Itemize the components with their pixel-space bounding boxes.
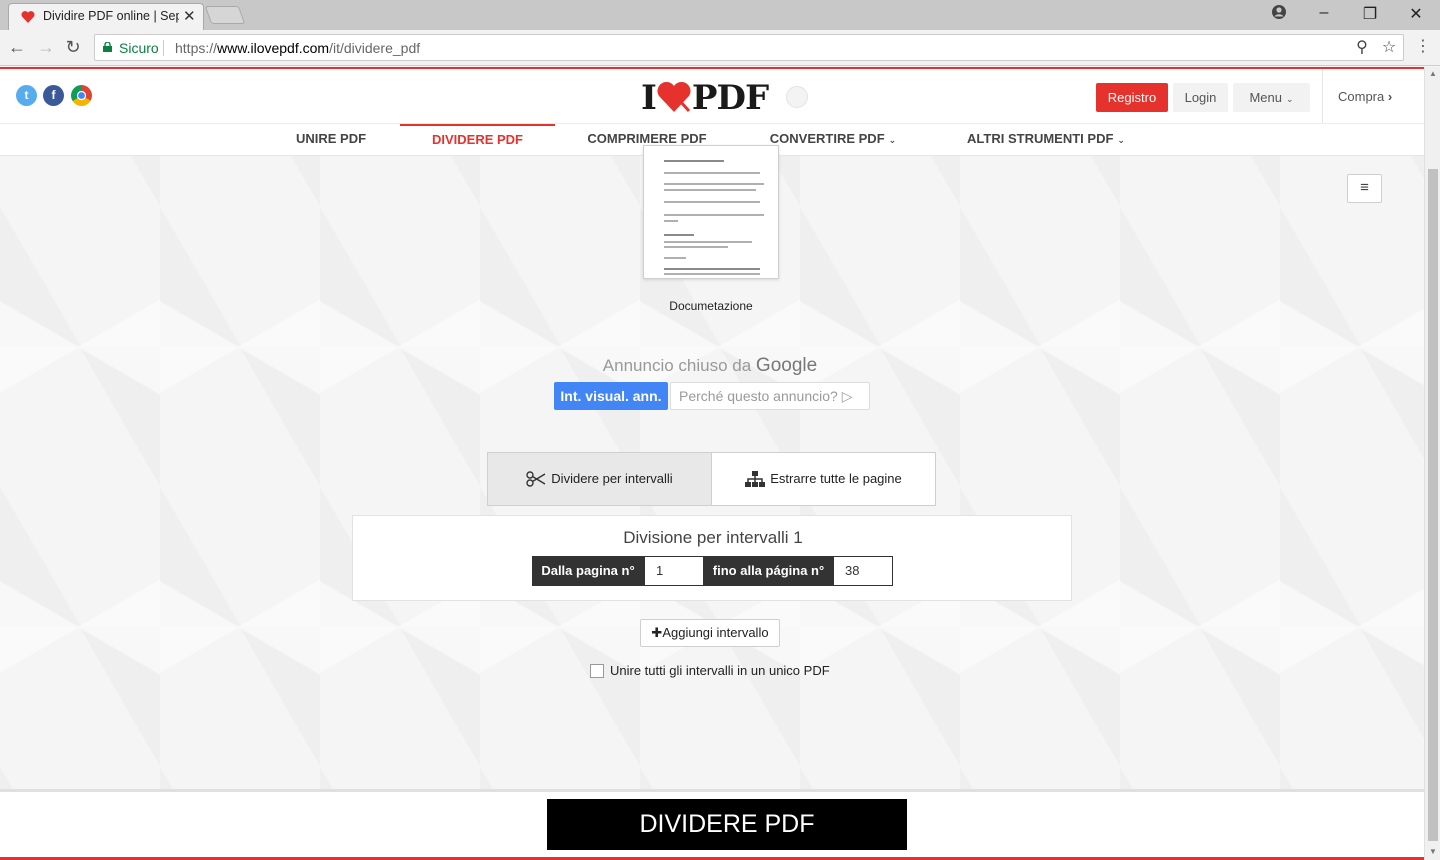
from-page-label: Dalla pagina n° xyxy=(532,556,644,586)
doc-line xyxy=(664,183,764,185)
restore-icon[interactable]: ❐ xyxy=(1359,4,1381,24)
browser-toolbar: ← → ↻ Sicuro https://www.ilovepdf.com/it… xyxy=(0,30,1440,66)
scissors-icon xyxy=(526,471,546,487)
scroll-down-icon[interactable]: ▼ xyxy=(1425,845,1440,859)
doc-line xyxy=(664,234,694,236)
reload-icon[interactable]: ↻ xyxy=(62,36,84,58)
file-name: Documetazione xyxy=(669,299,753,313)
badge-icon xyxy=(786,86,808,108)
hamburger-icon: ≡ xyxy=(1360,179,1369,196)
merge-ranges-checkbox[interactable] xyxy=(590,664,604,678)
chrome-store-icon[interactable] xyxy=(71,85,92,106)
mode-split-label: Dividere per intervalli xyxy=(551,471,673,486)
heart-logo-icon xyxy=(657,81,691,113)
mode-split-by-ranges[interactable]: Dividere per intervalli xyxy=(487,452,712,506)
forward-icon[interactable]: → xyxy=(35,36,57,58)
doc-line xyxy=(664,189,756,191)
chevron-down-icon: ⌄ xyxy=(1117,135,1125,145)
menu-label: Menu xyxy=(1249,90,1282,105)
scroll-up-icon[interactable]: ▲ xyxy=(1425,67,1440,81)
nav-convertire-pdf[interactable]: CONVERTIRE PDF ⌄ xyxy=(758,124,908,156)
compra-link[interactable]: Compra › xyxy=(1338,89,1392,104)
browser-tab-strip: Dividire PDF online | Separare ✕ – ❐ ✕ xyxy=(0,0,1440,30)
omnibox-divider xyxy=(163,40,164,56)
range-title: Divisione per intervalli 1 xyxy=(623,528,803,547)
nav-unire-pdf[interactable]: UNIRE PDF xyxy=(284,124,378,156)
doc-line xyxy=(664,257,686,259)
plus-icon: ✚ xyxy=(651,625,663,640)
adchoices-icon: ▷ xyxy=(841,388,853,404)
merge-ranges-label[interactable]: Unire tutti gli intervalli in un unico P… xyxy=(610,663,830,678)
menu-button[interactable]: Menu ⌄ xyxy=(1233,83,1310,112)
doc-line xyxy=(664,241,752,243)
to-page-input[interactable]: 38 xyxy=(833,556,893,586)
mode-extract-label: Estrarre tutte le pagine xyxy=(770,471,902,486)
new-tab-button[interactable] xyxy=(204,6,246,24)
site-header: t f I PDF Registro Login Menu ⌄ Compra › xyxy=(0,67,1424,125)
nav-dividere-pdf[interactable]: DIVIDERE PDF xyxy=(400,124,555,156)
chevron-down-icon: ⌄ xyxy=(888,135,897,145)
back-icon[interactable]: ← xyxy=(6,36,28,58)
nav-convertire-label: CONVERTIRE PDF xyxy=(769,131,885,146)
sidebar-toggle-button[interactable]: ≡ xyxy=(1347,174,1382,203)
to-page-label: fino alla página n° xyxy=(703,556,834,586)
compra-label: Compra xyxy=(1338,89,1385,104)
twitter-icon[interactable]: t xyxy=(16,85,37,106)
ilovepdf-logo[interactable]: I PDF xyxy=(641,78,769,118)
facebook-icon[interactable]: f xyxy=(43,85,64,106)
secure-label: Sicuro xyxy=(119,40,159,56)
mode-extract-pages[interactable]: Estrarre tutte le pagine xyxy=(711,452,936,506)
doc-line xyxy=(664,268,760,270)
doc-line xyxy=(664,201,760,203)
ad-why-button[interactable]: Perché questo annuncio? ▷ xyxy=(670,382,870,410)
add-range-label: Aggiungi intervallo xyxy=(662,625,769,640)
chevron-right-icon: › xyxy=(1387,89,1393,104)
login-button[interactable]: Login xyxy=(1173,83,1228,112)
page-viewport: t f I PDF Registro Login Menu ⌄ Compra › U… xyxy=(0,67,1424,860)
ad-why-label: Perché questo annuncio? xyxy=(679,388,838,404)
ad-closed-notice: Annuncio chiuso da Google xyxy=(500,355,920,377)
heart-icon xyxy=(21,11,35,23)
minimize-icon[interactable]: – xyxy=(1313,4,1335,24)
from-page-input[interactable]: 1 xyxy=(644,556,704,586)
address-bar[interactable]: Sicuro https://www.ilovepdf.com/it/divid… xyxy=(94,34,1404,61)
url-text: https://www.ilovepdf.com/it/dividere_pdf xyxy=(175,40,421,56)
doc-line xyxy=(664,246,728,248)
header-divider xyxy=(1322,69,1323,125)
scroll-thumb[interactable] xyxy=(1428,169,1438,841)
chrome-menu-icon[interactable]: ⋮ xyxy=(1412,36,1434,58)
doc-line xyxy=(664,273,760,275)
google-wordmark: Google xyxy=(755,355,818,376)
ad-closed-text: Annuncio chiuso da xyxy=(602,356,752,375)
range-panel: Divisione per intervalli 1 Dalla pagina … xyxy=(352,515,1072,601)
registro-button[interactable]: Registro xyxy=(1096,83,1168,112)
page-scrollbar[interactable]: ▲ ▼ xyxy=(1424,67,1440,860)
star-icon[interactable]: ☆ xyxy=(1380,39,1398,57)
browser-tab[interactable]: Dividire PDF online | Separare ✕ xyxy=(8,3,204,30)
nav-altri-strumenti[interactable]: ALTRI STRUMENTI PDF ⌄ xyxy=(954,124,1138,156)
doc-line xyxy=(664,214,764,216)
ad-visual-button[interactable]: Int. visual. ann. xyxy=(554,382,668,410)
doc-line xyxy=(664,172,760,174)
sitemap-icon xyxy=(745,471,766,487)
pdf-thumbnail[interactable] xyxy=(643,145,779,279)
chevron-down-icon: ⌄ xyxy=(1285,94,1294,104)
doc-line xyxy=(664,220,678,222)
tab-title: Dividire PDF online | Separare xyxy=(43,9,179,23)
close-icon[interactable]: ✕ xyxy=(183,7,196,25)
zoom-icon[interactable]: ⚲ xyxy=(1353,39,1371,57)
doc-line xyxy=(664,160,724,162)
nav-altri-label: ALTRI STRUMENTI PDF xyxy=(967,131,1114,146)
window-close-icon[interactable]: ✕ xyxy=(1405,4,1427,24)
action-footer: DIVIDERE PDF xyxy=(0,789,1424,860)
add-range-button[interactable]: ✚Aggiungi intervallo xyxy=(640,619,780,647)
split-pdf-button[interactable]: DIVIDERE PDF xyxy=(547,799,907,850)
lock-icon xyxy=(103,42,112,52)
profile-icon[interactable] xyxy=(1268,4,1290,24)
